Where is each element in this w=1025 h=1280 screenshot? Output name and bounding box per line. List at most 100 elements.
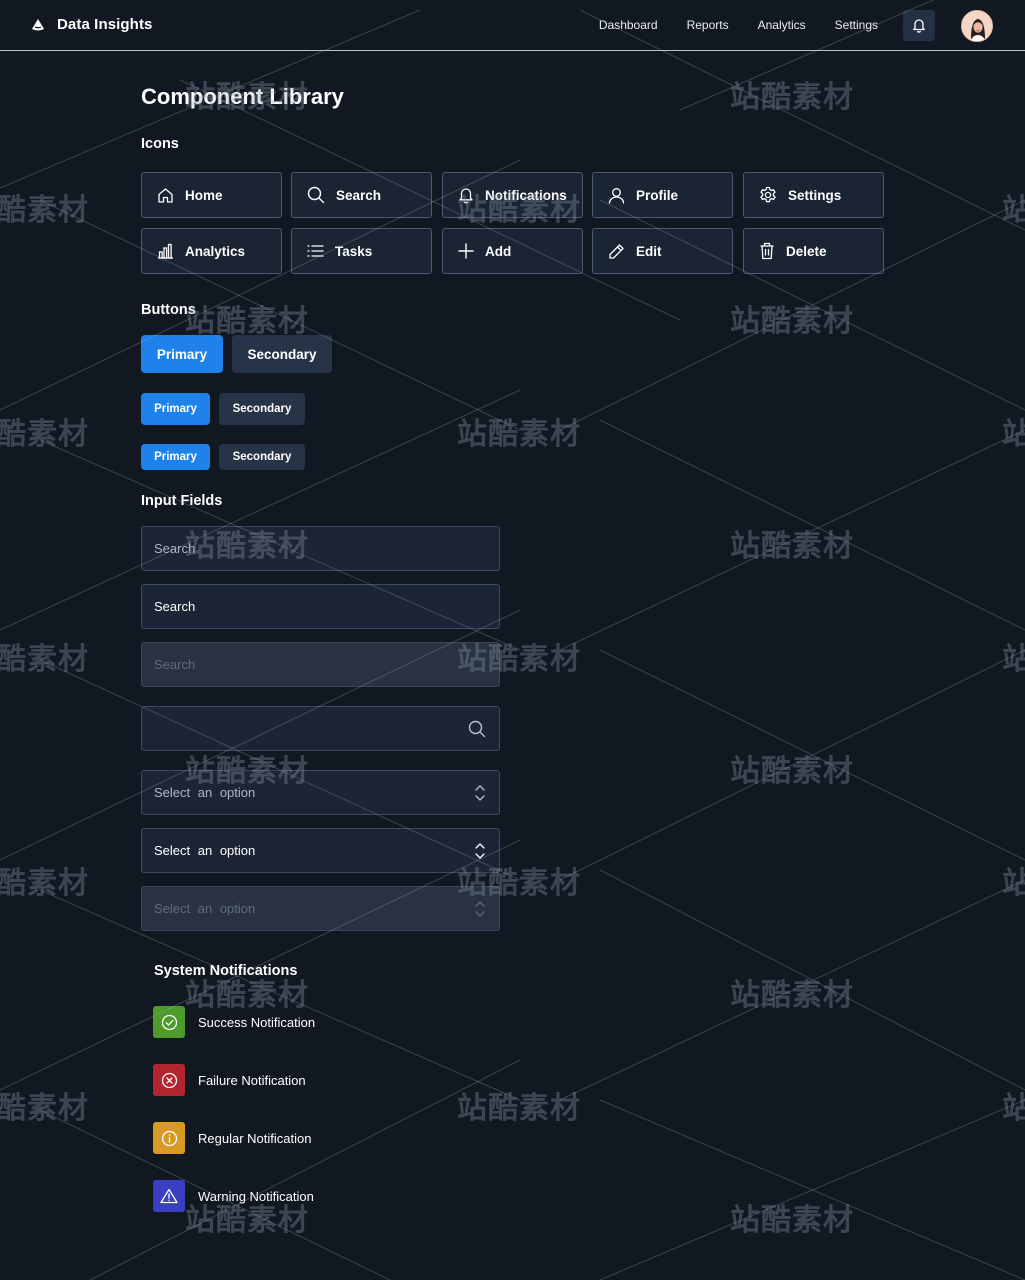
secondary-button-large[interactable]: Secondary xyxy=(232,335,332,373)
home-icon xyxy=(158,187,173,203)
tile-label: Home xyxy=(185,187,223,203)
tile-profile[interactable]: Profile xyxy=(592,172,733,218)
select-placeholder-text: Select an option xyxy=(154,785,256,800)
tile-label: Search xyxy=(336,187,382,203)
nav-dashboard[interactable]: Dashboard xyxy=(599,18,658,32)
bell-icon xyxy=(913,19,925,33)
search-input-placeholder-text: Search xyxy=(154,541,196,556)
x-circle-icon xyxy=(161,1072,177,1088)
tile-tasks[interactable]: Tasks xyxy=(291,228,432,274)
tile-home[interactable]: Home xyxy=(141,172,282,218)
watermark-text: 站酷素材 xyxy=(0,866,89,901)
primary-button-medium[interactable]: Primary xyxy=(141,393,210,425)
select-value-text: Select an option xyxy=(154,843,256,858)
search-input-filled[interactable]: Search xyxy=(141,584,500,629)
watermark-text: 站酷素材 xyxy=(0,193,89,228)
section-title-icons: Icons xyxy=(141,136,179,152)
brand-title: Data Insights xyxy=(57,16,153,33)
watermark-text: 站酷素材 xyxy=(185,304,309,339)
watermark-text: 站酷素材 xyxy=(730,304,854,339)
watermark-text: 站酷素材 xyxy=(730,1203,854,1238)
bell-icon xyxy=(459,188,473,204)
search-input-disabled: Search xyxy=(141,642,500,687)
tile-label: Delete xyxy=(786,243,827,259)
watermark-text: 站酷素材 xyxy=(730,754,854,789)
tile-label: Notifications xyxy=(485,187,567,203)
avatar[interactable] xyxy=(961,10,993,42)
notification-label: Regular Notification xyxy=(198,1130,312,1146)
search-icon xyxy=(307,186,325,204)
user-icon xyxy=(608,187,625,204)
watermark-text: 站酷素材 xyxy=(1002,193,1025,228)
watermark-text: 站酷素材 xyxy=(1002,1091,1025,1126)
plus-icon xyxy=(458,243,474,259)
top-navigation-bar: Data Insights Dashboard Reports Analytic… xyxy=(0,0,1025,51)
chevron-up-down-icon xyxy=(475,785,485,801)
primary-button-large[interactable]: Primary xyxy=(141,335,223,373)
watermark-text: 站酷素材 xyxy=(730,80,854,115)
nav-analytics[interactable]: Analytics xyxy=(758,18,806,32)
tile-label: Add xyxy=(485,243,512,259)
select-dropdown-filled[interactable]: Select an option xyxy=(141,828,500,873)
notification-warning: Warning Notification xyxy=(153,1180,314,1212)
notification-badge xyxy=(153,1180,185,1212)
tile-analytics[interactable]: Analytics xyxy=(141,228,282,274)
tile-label: Profile xyxy=(636,187,679,203)
section-title-notifications: System Notifications xyxy=(154,963,298,979)
watermark-text: 站酷素材 xyxy=(0,1091,89,1126)
tile-label: Analytics xyxy=(185,243,246,259)
section-title-buttons: Buttons xyxy=(141,302,196,318)
nav-settings[interactable]: Settings xyxy=(835,18,878,32)
watermark-text: 站酷素材 xyxy=(0,642,89,677)
watermark-text: 站酷素材 xyxy=(730,978,854,1013)
tile-settings[interactable]: Settings xyxy=(743,172,884,218)
brand[interactable]: Data Insights xyxy=(31,16,152,33)
nav-reports[interactable]: Reports xyxy=(687,18,729,32)
secondary-button-small[interactable]: Secondary xyxy=(219,444,305,470)
watermark-text: 站酷素材 xyxy=(0,417,89,452)
search-input-placeholder[interactable]: Search xyxy=(141,526,500,571)
search-input-with-icon[interactable] xyxy=(141,706,500,751)
tile-notifications[interactable]: Notifications xyxy=(442,172,583,218)
gear-icon xyxy=(760,186,776,203)
check-circle-icon xyxy=(161,1014,177,1030)
notification-success: Success Notification xyxy=(153,1006,315,1038)
watermark-text: 站酷素材 xyxy=(457,1091,581,1126)
avatar-portrait-icon xyxy=(962,11,992,41)
watermark-text: 站酷素材 xyxy=(1002,417,1025,452)
logo-icon xyxy=(32,18,44,30)
chevron-up-down-icon xyxy=(475,901,485,917)
search-icon[interactable] xyxy=(468,720,486,738)
notification-badge xyxy=(153,1122,185,1154)
notification-failure: Failure Notification xyxy=(153,1064,306,1096)
select-dropdown-placeholder[interactable]: Select an option xyxy=(141,770,500,815)
watermark-text: 站酷素材 xyxy=(1002,642,1025,677)
pencil-icon xyxy=(609,243,624,259)
tile-delete[interactable]: Delete xyxy=(743,228,884,274)
info-circle-icon xyxy=(161,1130,177,1146)
select-disabled-text: Select an option xyxy=(154,901,256,916)
bar-chart-icon xyxy=(158,243,173,259)
notification-regular: Regular Notification xyxy=(153,1122,311,1154)
main-nav: Dashboard Reports Analytics Settings xyxy=(599,18,878,32)
notification-label: Failure Notification xyxy=(198,1072,306,1088)
warning-triangle-icon xyxy=(160,1188,178,1204)
watermark-text: 站酷素材 xyxy=(730,529,854,564)
tile-label: Settings xyxy=(788,187,842,203)
list-icon xyxy=(307,245,324,257)
watermark-text: 站酷素材 xyxy=(457,417,581,452)
select-dropdown-disabled: Select an option xyxy=(141,886,500,931)
page-title: Component Library xyxy=(141,84,344,109)
notification-label: Success Notification xyxy=(198,1014,316,1030)
section-title-input-fields: Input Fields xyxy=(141,493,223,509)
tile-label: Edit xyxy=(636,243,662,259)
secondary-button-medium[interactable]: Secondary xyxy=(219,393,305,425)
notifications-button[interactable] xyxy=(903,10,935,41)
tile-search[interactable]: Search xyxy=(291,172,432,218)
tile-add[interactable]: Add xyxy=(442,228,583,274)
watermark-text: 站酷素材 xyxy=(1002,866,1025,901)
tile-label: Tasks xyxy=(335,243,373,259)
notification-badge xyxy=(153,1006,185,1038)
primary-button-small[interactable]: Primary xyxy=(141,444,210,470)
tile-edit[interactable]: Edit xyxy=(592,228,733,274)
